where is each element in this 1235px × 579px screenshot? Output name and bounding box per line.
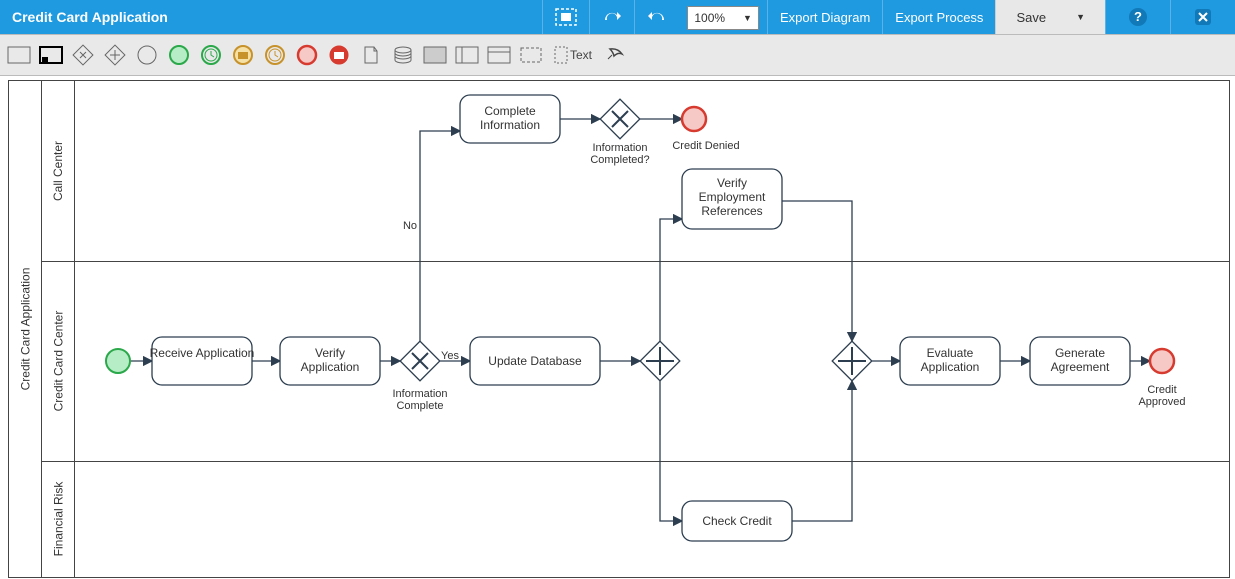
tool-task[interactable]: [422, 42, 448, 68]
fit-screen-button[interactable]: [542, 0, 589, 34]
diagram-canvas[interactable]: Yes No Receive Application VerifyApplica…: [42, 81, 1229, 577]
tool-text[interactable]: Text: [550, 42, 596, 68]
undo-button[interactable]: [634, 0, 679, 34]
caret-down-icon: ▼: [743, 13, 752, 23]
text-icon: [554, 46, 568, 64]
tool-text-label: Text: [570, 48, 592, 62]
help-button[interactable]: ?: [1105, 0, 1170, 34]
export-diagram-button[interactable]: Export Diagram: [767, 0, 882, 34]
export-process-button[interactable]: Export Process: [882, 0, 995, 34]
flow-label-yes: Yes: [441, 350, 459, 362]
tool-data-object[interactable]: [358, 42, 384, 68]
bpmn-pool[interactable]: Credit Card Application Call Center Cred…: [8, 80, 1230, 578]
caret-down-icon: ▼: [1076, 12, 1085, 22]
page-title: Credit Card Application: [0, 0, 542, 34]
tool-event-start[interactable]: [166, 42, 192, 68]
zoom-select[interactable]: 100% ▼: [687, 6, 759, 30]
svg-text:EvaluateApplication: EvaluateApplication: [921, 346, 980, 374]
task-receive-application[interactable]: [152, 337, 252, 385]
svg-text:CreditApproved: CreditApproved: [1138, 384, 1185, 408]
svg-text:InformationCompleted?: InformationCompleted?: [590, 142, 649, 166]
pool-name: Credit Card Application: [18, 268, 32, 391]
flow-label-no: No: [403, 220, 417, 232]
redo-button[interactable]: [589, 0, 634, 34]
svg-text:Check Credit: Check Credit: [702, 514, 772, 528]
tool-lane[interactable]: [38, 42, 64, 68]
shape-toolbar: Text: [0, 34, 1235, 76]
svg-text:Receive Application: Receive Application: [150, 346, 255, 360]
tool-event-end[interactable]: [294, 42, 320, 68]
tool-subprocess[interactable]: [454, 42, 480, 68]
save-button[interactable]: Save ▼: [995, 0, 1105, 34]
tool-event-timer-catch[interactable]: [262, 42, 288, 68]
tool-annotation[interactable]: [602, 42, 628, 68]
end-event-approved[interactable]: [1150, 349, 1174, 373]
tool-expanded-subprocess[interactable]: [486, 42, 512, 68]
tool-gateway-exclusive[interactable]: [70, 42, 96, 68]
tool-event-message-catch[interactable]: [230, 42, 256, 68]
tool-data-store[interactable]: [390, 42, 416, 68]
svg-text:CompleteInformation: CompleteInformation: [480, 104, 540, 132]
svg-text:GenerateAgreement: GenerateAgreement: [1051, 346, 1110, 374]
svg-text:Update Database: Update Database: [488, 354, 582, 368]
svg-text:Credit Denied: Credit Denied: [672, 140, 739, 152]
start-event[interactable]: [106, 349, 130, 373]
svg-text:InformationComplete: InformationComplete: [392, 388, 447, 412]
pool-header[interactable]: Credit Card Application: [9, 81, 42, 577]
tool-event-none[interactable]: [134, 42, 160, 68]
tool-pool[interactable]: [6, 42, 32, 68]
zoom-value: 100%: [694, 11, 725, 25]
tool-event-timer[interactable]: [198, 42, 224, 68]
svg-text:?: ?: [1134, 9, 1142, 24]
tool-event-message-throw[interactable]: [326, 42, 352, 68]
tool-selection[interactable]: [518, 42, 544, 68]
close-button[interactable]: [1170, 0, 1235, 34]
tool-gateway-parallel[interactable]: [102, 42, 128, 68]
end-event-denied[interactable]: [682, 107, 706, 131]
